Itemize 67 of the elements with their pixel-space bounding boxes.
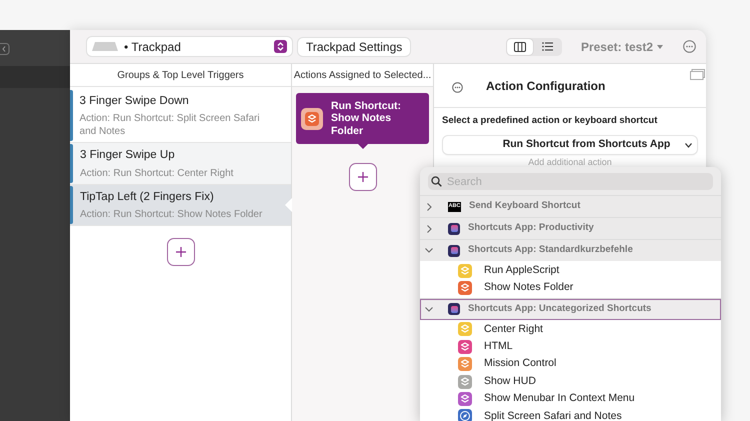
- layers-icon: [305, 112, 319, 126]
- shortcut-row[interactable]: Run AppleScript: [420, 262, 721, 280]
- shortcut-label: Show Menubar In Context Menu: [484, 391, 635, 406]
- trigger-action: Action: Run Shortcut: Split Screen Safari and Notes: [80, 112, 261, 138]
- shortcut-label: Mission Control: [484, 356, 556, 372]
- trigger-row[interactable]: 3 Finger Swipe Up Action: Run Shortcut: Center Right: [70, 143, 291, 184]
- action-card[interactable]: Run Shortcut: Show Notes Folder: [296, 93, 429, 144]
- stepper-icon: [274, 40, 287, 53]
- more-icon[interactable]: [452, 82, 463, 93]
- group-label: Shortcuts App: Standardkurzbefehle: [468, 243, 633, 258]
- shortcut-label: HTML: [484, 338, 513, 354]
- group-row[interactable]: Shortcuts App: Standardkurzbefehle: [420, 239, 721, 261]
- action-dropdown[interactable]: Run Shortcut from Shortcuts App: [443, 136, 697, 154]
- prompt-label: Select a predefined action or keyboard shortcut: [442, 114, 658, 128]
- trigger-name: 3 Finger Swipe Down: [80, 94, 190, 109]
- plus-icon: [176, 246, 186, 257]
- column-header: Groups & Top Level Triggers: [70, 64, 291, 87]
- chevron-down-icon: [685, 142, 692, 148]
- column-header: Actions Assigned to Selected...: [292, 64, 433, 87]
- panel-title: Action Configuration: [486, 78, 606, 94]
- shortcut-label: Show Notes Folder: [484, 280, 574, 296]
- trigger-row[interactable]: TipTap Left (2 Fingers Fix) Action: Run Shortcut: Show Notes Folder: [70, 184, 291, 226]
- group-label: Shortcuts App: Productivity: [468, 221, 594, 236]
- chevron-left-icon[interactable]: [0, 43, 10, 55]
- device-name: • Trackpad: [124, 38, 182, 56]
- shortcut-row[interactable]: Mission Control: [420, 356, 721, 373]
- chevron-down-icon: [425, 306, 433, 312]
- group-label: Send Keyboard Shortcut: [469, 199, 580, 214]
- trackpad-icon: [92, 42, 118, 51]
- more-icon[interactable]: [683, 40, 696, 53]
- shortcut-row[interactable]: Show Notes Folder: [420, 279, 721, 297]
- trigger-name: 3 Finger Swipe Up: [80, 148, 176, 164]
- list-icon: [542, 42, 554, 51]
- caret-icon: [657, 44, 663, 49]
- card-pointer: [358, 144, 368, 149]
- add-action-button[interactable]: [348, 163, 376, 191]
- trackpad-settings-button[interactable]: Trackpad Settings: [298, 38, 410, 56]
- trigger-name: TipTap Left (2 Fingers Fix): [80, 190, 215, 204]
- add-trigger-button[interactable]: [166, 238, 194, 266]
- shortcut-row[interactable]: HTML: [420, 338, 721, 356]
- shortcut-row[interactable]: Show HUD: [420, 372, 721, 390]
- shortcuts-app-icon: [448, 303, 460, 316]
- group-label: Shortcuts App: Uncategorized Shortcuts: [468, 302, 652, 316]
- shortcuts-app-icon: [448, 244, 460, 256]
- chevron-right-icon: [426, 224, 432, 232]
- action-label: Run Shortcut: Show Notes Folder: [331, 100, 402, 138]
- chevron-right-icon: [426, 202, 432, 210]
- search-icon: [431, 176, 442, 187]
- trigger-action: Action: Run Shortcut: Show Notes Folder: [80, 208, 262, 221]
- selected-action: Run Shortcut from Shortcuts App: [502, 137, 672, 152]
- chevron-down-icon: [425, 248, 433, 253]
- device-dropdown[interactable]: • Trackpad: [87, 37, 292, 56]
- shortcut-row[interactable]: Center Right: [420, 320, 721, 338]
- view-mode-button[interactable]: [506, 38, 533, 54]
- shortcuts-app-icon: [448, 222, 460, 234]
- trigger-row[interactable]: 3 Finger Swipe Down Action: Run Shortcut: Split Screen Safari and Notes: [70, 89, 291, 144]
- shortcut-row[interactable]: Split Screen Safari and Notes: [420, 408, 721, 421]
- shortcut-label: Center Right: [484, 322, 543, 337]
- shortcut-label: Split Screen Safari and Notes: [484, 408, 622, 421]
- shortcut-label: Run AppleScript: [484, 262, 560, 278]
- plus-icon: [358, 172, 368, 182]
- shortcut-label: Show HUD: [484, 374, 536, 389]
- group-row[interactable]: Shortcuts App: Uncategorized Shortcuts: [420, 298, 721, 320]
- group-row[interactable]: Shortcuts App: Productivity: [420, 217, 721, 239]
- columns-icon: [514, 42, 526, 52]
- shortcut-row[interactable]: Show Menubar In Context Menu: [420, 390, 721, 408]
- trigger-action: Action: Run Shortcut: Center Right: [80, 166, 234, 180]
